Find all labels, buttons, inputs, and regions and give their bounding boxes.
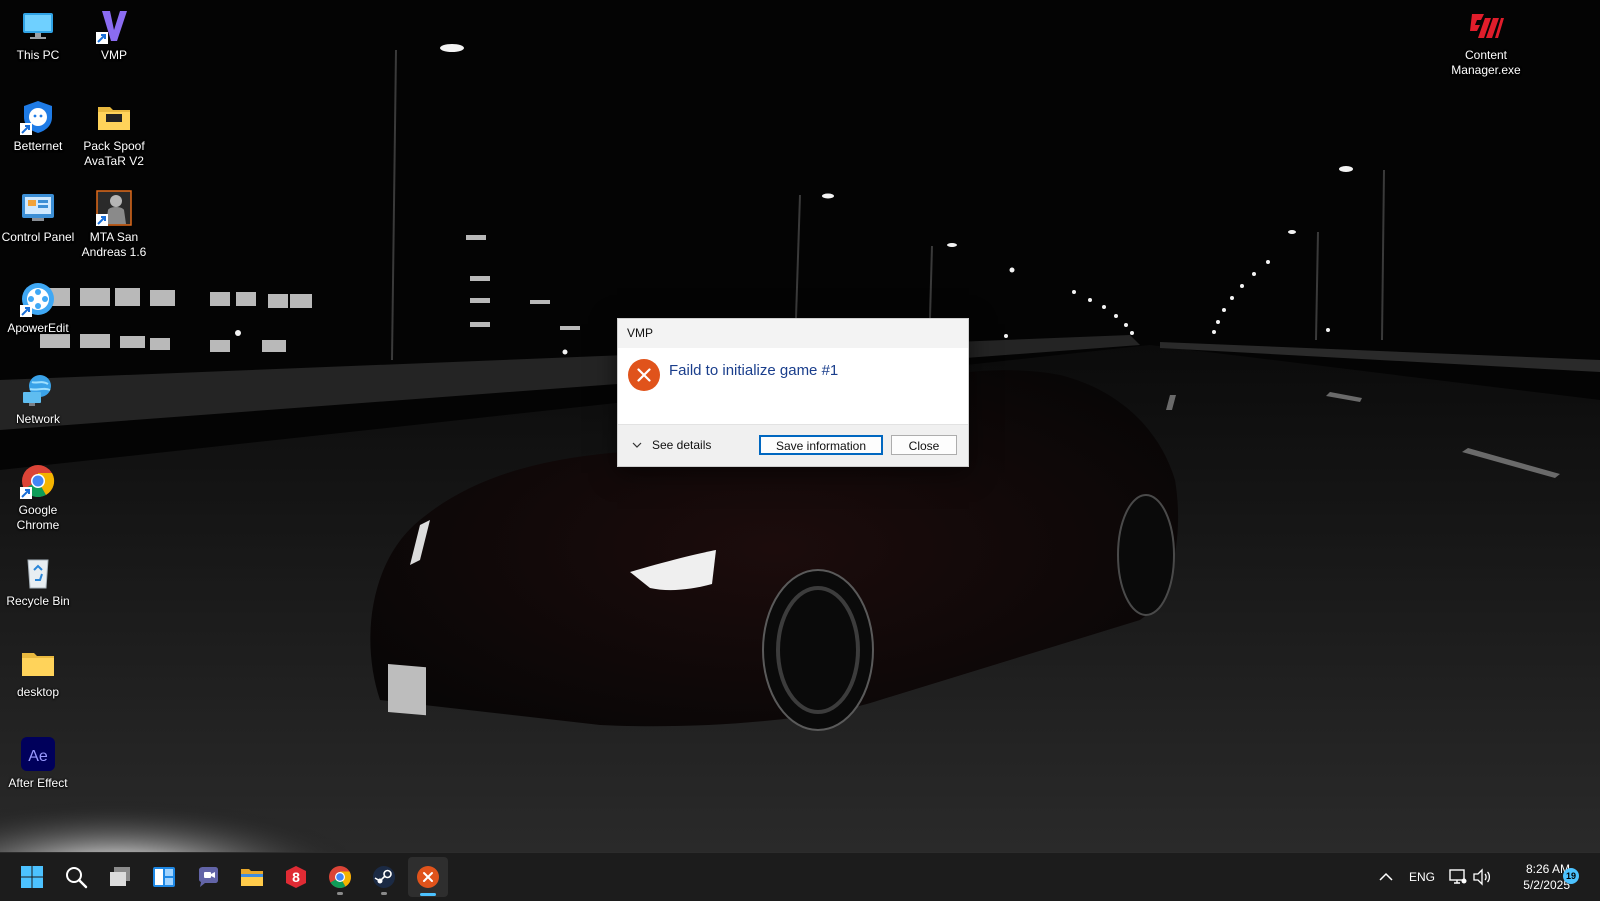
desktop-icon-label: After Effect: [8, 776, 68, 790]
desktop-icon-label: Google Chrome: [16, 503, 60, 532]
chevron-up-icon[interactable]: [1376, 867, 1396, 887]
vmp-icon: [96, 11, 127, 44]
apoweredit-icon: [20, 283, 54, 317]
see-details-label: See details: [652, 438, 712, 452]
notification-badge[interactable]: 19: [1563, 868, 1579, 884]
desktop-icon-label: This PC: [16, 48, 60, 62]
desktop-icon-google-chrome[interactable]: Google Chrome: [0, 457, 76, 533]
betternet-icon: [20, 101, 52, 135]
windows-start-icon: [21, 866, 43, 888]
desktop-icon-label: desktop: [16, 685, 60, 699]
desktop-icon-vmp[interactable]: VMP: [76, 2, 152, 63]
error-dialog: VMP Faild to initialize game #1 See deta…: [617, 318, 969, 467]
desktop-icon-label: Betternet: [13, 139, 63, 153]
svg-text:Ae: Ae: [28, 748, 48, 765]
taskbar-chat-button[interactable]: [188, 857, 228, 897]
taskbar-steam-button[interactable]: [364, 857, 404, 897]
desktop-icon-betternet[interactable]: Betternet: [0, 93, 76, 154]
desktop-icon-pack-spoof[interactable]: Pack Spoof AvaTaR V2: [76, 93, 152, 169]
search-icon: [66, 867, 88, 889]
mta-icon: [96, 190, 132, 226]
folder-icon: [22, 653, 54, 676]
active-indicator: [420, 893, 436, 896]
desktop-icon-recycle-bin[interactable]: Recycle Bin: [0, 548, 76, 609]
taskbar-vmp-error-button[interactable]: [408, 857, 448, 897]
desktop-icon-content-manager[interactable]: Content Manager.exe: [1444, 2, 1528, 78]
folder-icon: [98, 107, 130, 130]
widgets-icon: [153, 867, 175, 887]
taskbar-widgets-button[interactable]: [144, 857, 184, 897]
task-view-icon: [110, 867, 130, 886]
taskbar-task-view-button[interactable]: [100, 857, 140, 897]
this-pc-icon: [23, 13, 53, 39]
desktop-icon-label: ApowerEdit: [7, 321, 69, 335]
desktop-icon-label: Network: [15, 412, 60, 426]
desktop-icon-label: Pack Spoof AvaTaR V2: [83, 139, 145, 168]
taskbar-start-button[interactable]: [12, 857, 52, 897]
dialog-footer: See details Save information Close: [618, 424, 968, 466]
after-effects-icon: Ae: [21, 737, 55, 771]
app-8-icon: 8: [286, 866, 306, 888]
desktop-icon-control-panel[interactable]: Control Panel: [0, 184, 76, 245]
dialog-body: Faild to initialize game #1: [618, 348, 968, 424]
desktop-icon-label: VMP: [100, 48, 127, 62]
chrome-icon: [20, 465, 55, 499]
volume-icon[interactable]: [1472, 867, 1492, 887]
desktop-icon-this-pc[interactable]: This PC: [0, 2, 76, 63]
taskbar-app-8-button[interactable]: 8: [276, 857, 316, 897]
desktop-icon-label: Content Manager.exe: [1451, 48, 1521, 77]
desktop-icon-label: Recycle Bin: [6, 594, 70, 608]
taskbar-search-button[interactable]: [56, 857, 96, 897]
error-icon: [417, 866, 439, 888]
taskbar-file-explorer-button[interactable]: [232, 857, 272, 897]
chevron-down-icon: [632, 442, 642, 448]
dialog-message: Faild to initialize game #1: [669, 362, 839, 379]
clock-date: 5/2/2025: [1523, 878, 1570, 892]
folder-icon: [241, 869, 263, 886]
taskbar-chrome-button[interactable]: [320, 857, 360, 897]
clock-time: 8:26 AM: [1525, 862, 1570, 876]
content-manager-icon: [1470, 14, 1504, 38]
desktop-icon-desktop-folder[interactable]: desktop: [0, 639, 76, 700]
running-indicator: [381, 892, 387, 895]
dialog-title: VMP: [618, 319, 968, 348]
network-icon: [23, 375, 51, 406]
svg-text:8: 8: [292, 869, 300, 885]
error-icon: [628, 359, 660, 391]
clock[interactable]: 8:26 AM 5/2/2025: [1494, 861, 1570, 893]
desktop-icon-after-effect[interactable]: Ae After Effect: [0, 730, 76, 791]
language-indicator[interactable]: ENG: [1409, 870, 1435, 884]
desktop-icon-mta[interactable]: MTA San Andreas 1.6: [76, 184, 152, 260]
taskbar: 8 ENG 8:26 AM 5/2/2025 19: [0, 852, 1600, 901]
desktop-icon-network[interactable]: Network: [0, 366, 76, 427]
desktop-icon-label: MTA San Andreas 1.6: [81, 230, 147, 259]
chat-icon: [199, 867, 218, 887]
save-information-button[interactable]: Save information: [759, 435, 883, 455]
close-button[interactable]: Close: [891, 435, 957, 455]
desktop-icon-apoweredit[interactable]: ApowerEdit: [0, 275, 76, 336]
control-panel-icon: [22, 194, 54, 221]
running-indicator: [337, 892, 343, 895]
recycle-bin-icon: [27, 559, 49, 589]
chrome-icon: [329, 866, 351, 888]
steam-icon: [373, 866, 395, 888]
desktop-icon-label: Control Panel: [1, 230, 75, 244]
see-details-toggle[interactable]: See details: [632, 438, 711, 452]
network-status-icon[interactable]: [1448, 867, 1468, 887]
